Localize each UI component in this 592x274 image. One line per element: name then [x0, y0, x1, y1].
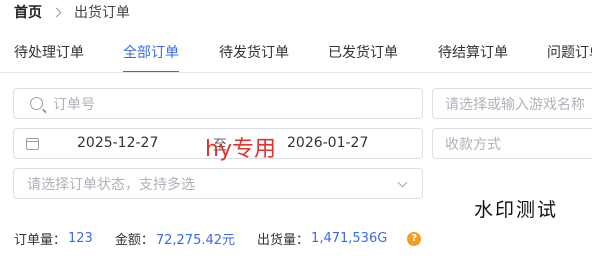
date-end[interactable]: 2026-01-27	[287, 135, 368, 151]
order-number-placeholder: 订单号	[53, 96, 95, 113]
breadcrumb-current: 出货订单	[74, 5, 130, 21]
shipped-value: 1,471,536G	[311, 231, 388, 246]
help-icon[interactable]: ?	[407, 231, 422, 246]
order-summary: 订单量： 123 金额： 72,275.42元 出货量： 1,471,536G …	[14, 229, 422, 248]
calendar-icon	[26, 137, 39, 150]
amount-label: 金额：	[114, 233, 154, 248]
shipped-label: 出货量：	[257, 233, 310, 248]
search-icon	[30, 97, 43, 110]
order-count-value: 123	[68, 231, 93, 246]
order-tabs: 待处理订单 全部订单 待发货订单 已发货订单 待结算订单 问题订单	[0, 37, 592, 73]
order-status-select[interactable]: 请选择订单状态，支持多选	[13, 168, 423, 199]
order-count-group: 订单量： 123	[14, 229, 93, 248]
date-start[interactable]: 2025-12-27	[77, 135, 158, 151]
tab-shipped[interactable]: 已发货订单	[328, 43, 398, 63]
tab-all-orders[interactable]: 全部订单	[123, 43, 179, 63]
watermark-black: 水印测试	[474, 199, 559, 221]
active-tab-indicator	[123, 71, 179, 72]
amount-value: 72,275.42元	[155, 233, 236, 248]
order-page: 首页 出货订单 待处理订单 全部订单 待发货订单 已发货订单 待结算订单 问题订…	[0, 0, 592, 274]
game-name-placeholder: 请选择或输入游戏名称	[445, 96, 585, 113]
order-number-input[interactable]: 订单号	[13, 88, 423, 119]
order-status-placeholder: 请选择订单状态，支持多选	[27, 176, 195, 193]
tab-pending[interactable]: 待处理订单	[14, 43, 84, 63]
order-count-label: 订单量：	[14, 233, 67, 248]
chevron-right-icon	[51, 7, 62, 17]
breadcrumb: 首页 出货订单	[14, 0, 130, 24]
tab-problem[interactable]: 问题订单	[547, 43, 592, 63]
shipped-group: 出货量： 1,471,536G	[257, 229, 387, 248]
tab-to-ship[interactable]: 待发货订单	[219, 43, 289, 63]
watermark-red: hy专用	[205, 137, 276, 162]
game-name-select[interactable]: 请选择或输入游戏名称	[432, 88, 592, 119]
amount-group: 金额： 72,275.42元	[115, 229, 235, 248]
payment-method-select[interactable]: 收款方式	[432, 128, 592, 159]
chevron-down-icon[interactable]	[397, 177, 408, 188]
payment-method-placeholder: 收款方式	[445, 136, 501, 153]
breadcrumb-home[interactable]: 首页	[14, 2, 42, 22]
tab-to-settle[interactable]: 待结算订单	[438, 43, 508, 63]
